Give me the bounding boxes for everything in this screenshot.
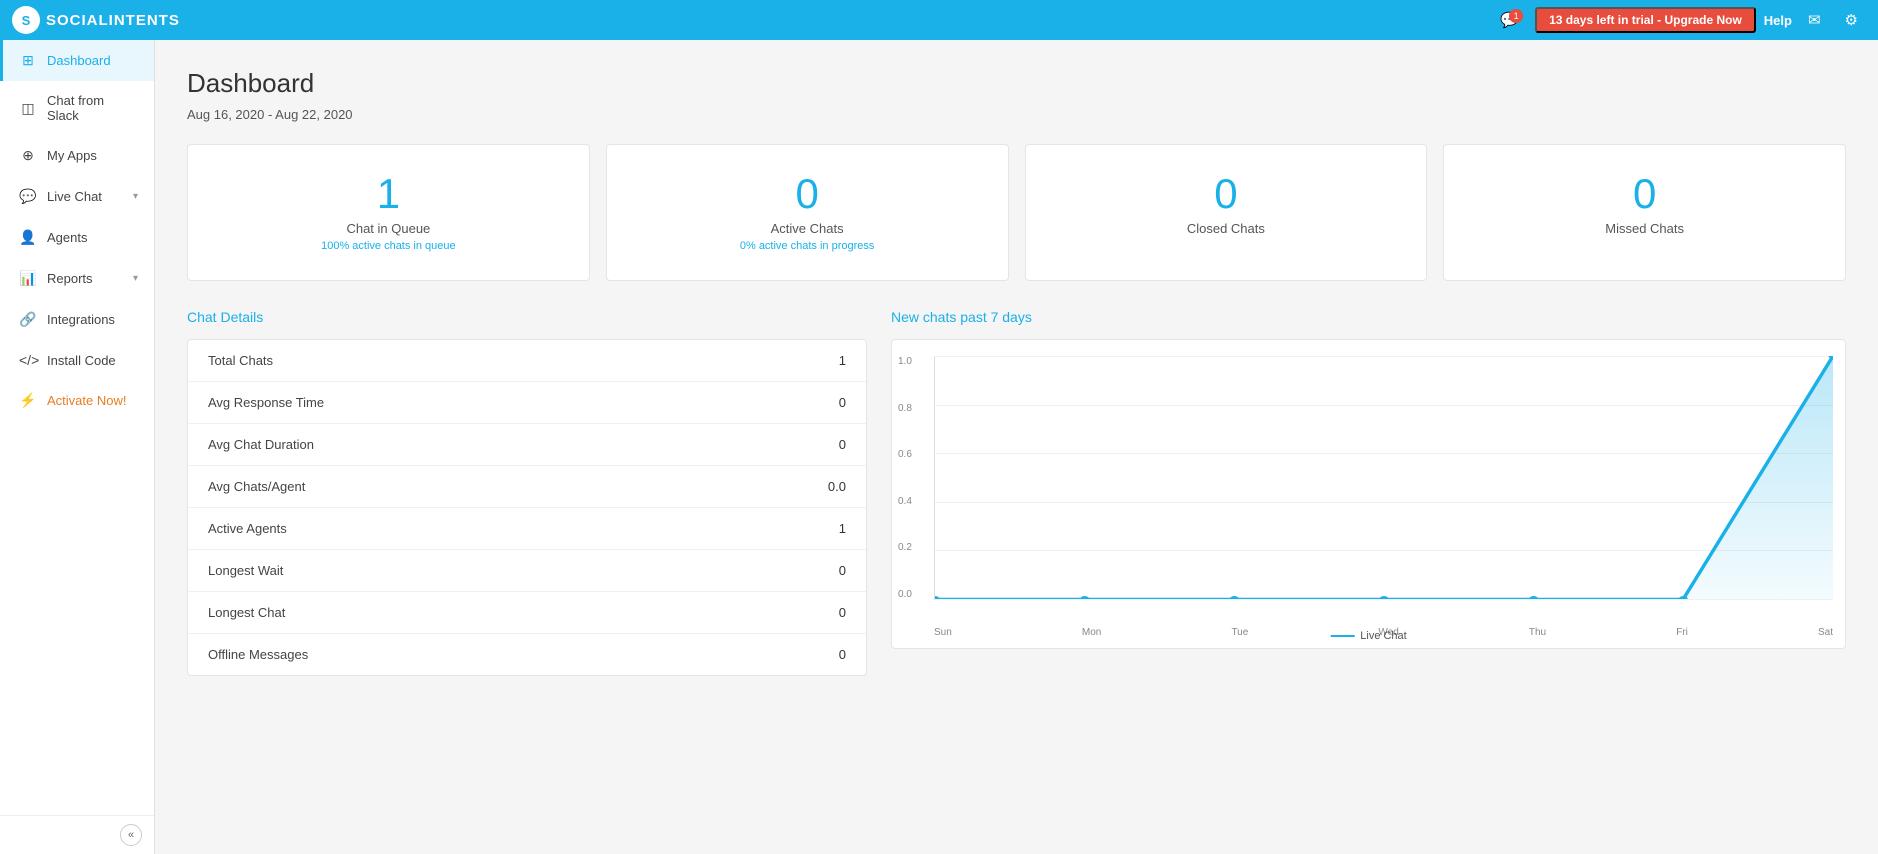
main-layout: ⊞ Dashboard ◫ Chat from Slack ⊕ My Apps …	[0, 40, 1878, 854]
chart-container: 1.0 0.8 0.6 0.4 0.2 0.0	[891, 339, 1846, 649]
chevron-down-icon: ▾	[133, 191, 138, 202]
row-value: 0	[839, 395, 846, 410]
table-row: Total Chats 1	[188, 340, 866, 382]
closed-chats-label: Closed Chats	[1046, 221, 1407, 236]
row-label: Total Chats	[208, 353, 273, 368]
chart-svg	[935, 356, 1833, 599]
sidebar-item-activate-now[interactable]: ⚡ Activate Now!	[0, 380, 154, 421]
chart-panel: New chats past 7 days 1.0 0.8 0.6 0.4 0.…	[891, 309, 1846, 676]
chart-title: New chats past 7 days	[891, 309, 1846, 325]
sidebar-item-label: Live Chat	[47, 189, 123, 204]
row-label: Active Agents	[208, 521, 287, 536]
row-label: Longest Wait	[208, 563, 283, 578]
sidebar-item-install-code[interactable]: </> Install Code	[0, 340, 154, 380]
date-range: Aug 16, 2020 - Aug 22, 2020	[187, 107, 1846, 122]
legend-line	[1330, 635, 1354, 637]
integrations-icon: 🔗	[19, 311, 37, 328]
logo: S SOCIALINTENTS	[12, 6, 180, 34]
activate-icon: ⚡	[19, 392, 37, 409]
sidebar-item-label: Reports	[47, 271, 123, 286]
sidebar-collapse[interactable]: «	[0, 815, 154, 854]
legend-label: Live Chat	[1360, 630, 1406, 642]
table-row: Offline Messages 0	[188, 634, 866, 675]
table-row: Longest Chat 0	[188, 592, 866, 634]
sidebar-item-chat-from-slack[interactable]: ◫ Chat from Slack	[0, 81, 154, 135]
chart-area	[934, 356, 1833, 600]
dashboard-icon: ⊞	[19, 52, 37, 69]
row-label: Avg Response Time	[208, 395, 324, 410]
active-chats-sub: 0% active chats in progress	[627, 240, 988, 252]
table-row: Active Agents 1	[188, 508, 866, 550]
logo-text: SOCIALINTENTS	[46, 12, 180, 29]
sidebar-item-label: Agents	[47, 230, 138, 245]
sidebar-item-live-chat[interactable]: 💬 Live Chat ▾	[0, 176, 154, 217]
settings-button[interactable]: ⚙	[1837, 7, 1866, 33]
notifications-button[interactable]: 💬 1	[1492, 7, 1527, 33]
row-value: 0	[839, 437, 846, 452]
chart-legend: Live Chat	[1330, 630, 1406, 642]
sidebar-item-my-apps[interactable]: ⊕ My Apps	[0, 135, 154, 176]
sidebar-item-agents[interactable]: 👤 Agents	[0, 217, 154, 258]
sidebar-item-label: Integrations	[47, 312, 138, 327]
sidebar-item-label: Install Code	[47, 353, 138, 368]
live-chat-icon: 💬	[19, 188, 37, 205]
agents-icon: 👤	[19, 229, 37, 246]
row-value: 1	[839, 353, 846, 368]
sidebar-item-label: Chat from Slack	[47, 93, 138, 123]
stat-card-chat-in-queue: 1 Chat in Queue 100% active chats in que…	[187, 144, 590, 281]
row-label: Avg Chats/Agent	[208, 479, 305, 494]
stat-card-closed-chats: 0 Closed Chats	[1025, 144, 1428, 281]
table-row: Longest Wait 0	[188, 550, 866, 592]
chat-details-panel: Chat Details Total Chats 1 Avg Response …	[187, 309, 867, 676]
row-value: 0	[839, 647, 846, 662]
my-apps-icon: ⊕	[19, 147, 37, 164]
sidebar-item-label: Activate Now!	[47, 393, 138, 408]
row-value: 0	[839, 605, 846, 620]
row-label: Offline Messages	[208, 647, 308, 662]
chevron-down-icon: ▾	[133, 273, 138, 284]
sidebar-item-label: My Apps	[47, 148, 138, 163]
active-chats-number: 0	[627, 173, 988, 215]
reports-icon: 📊	[19, 270, 37, 287]
sidebar-item-label: Dashboard	[47, 53, 138, 68]
stat-card-active-chats: 0 Active Chats 0% active chats in progre…	[606, 144, 1009, 281]
sidebar: ⊞ Dashboard ◫ Chat from Slack ⊕ My Apps …	[0, 40, 155, 854]
chat-details-title: Chat Details	[187, 309, 867, 325]
row-label: Longest Chat	[208, 605, 285, 620]
table-row: Avg Chat Duration 0	[188, 424, 866, 466]
chat-details-table: Total Chats 1 Avg Response Time 0 Avg Ch…	[187, 339, 867, 676]
row-value: 0.0	[828, 479, 846, 494]
chat-in-queue-sub: 100% active chats in queue	[208, 240, 569, 252]
page-title: Dashboard	[187, 68, 1846, 99]
chart-y-labels: 1.0 0.8 0.6 0.4 0.2 0.0	[898, 356, 912, 600]
row-value: 0	[839, 563, 846, 578]
main-content: Dashboard Aug 16, 2020 - Aug 22, 2020 1 …	[155, 40, 1878, 854]
help-button[interactable]: Help	[1764, 13, 1792, 28]
closed-chats-number: 0	[1046, 173, 1407, 215]
mail-button[interactable]: ✉	[1800, 7, 1829, 33]
missed-chats-number: 0	[1464, 173, 1825, 215]
notification-badge: 1	[1509, 9, 1523, 23]
sidebar-item-reports[interactable]: 📊 Reports ▾	[0, 258, 154, 299]
lower-section: Chat Details Total Chats 1 Avg Response …	[187, 309, 1846, 676]
table-row: Avg Response Time 0	[188, 382, 866, 424]
sidebar-item-dashboard[interactable]: ⊞ Dashboard	[0, 40, 154, 81]
sidebar-item-integrations[interactable]: 🔗 Integrations	[0, 299, 154, 340]
stat-card-missed-chats: 0 Missed Chats	[1443, 144, 1846, 281]
row-label: Avg Chat Duration	[208, 437, 314, 452]
trial-upgrade-button[interactable]: 13 days left in trial - Upgrade Now	[1535, 7, 1756, 33]
topbar: S SOCIALINTENTS 💬 1 13 days left in tria…	[0, 0, 1878, 40]
chat-in-queue-label: Chat in Queue	[208, 221, 569, 236]
chat-from-slack-icon: ◫	[19, 100, 37, 117]
row-value: 1	[839, 521, 846, 536]
missed-chats-label: Missed Chats	[1464, 221, 1825, 236]
chat-in-queue-number: 1	[208, 173, 569, 215]
logo-icon: S	[12, 6, 40, 34]
install-code-icon: </>	[19, 352, 37, 368]
active-chats-label: Active Chats	[627, 221, 988, 236]
table-row: Avg Chats/Agent 0.0	[188, 466, 866, 508]
stat-cards: 1 Chat in Queue 100% active chats in que…	[187, 144, 1846, 281]
collapse-button[interactable]: «	[120, 824, 142, 846]
topbar-right: 💬 1 13 days left in trial - Upgrade Now …	[1492, 7, 1866, 33]
